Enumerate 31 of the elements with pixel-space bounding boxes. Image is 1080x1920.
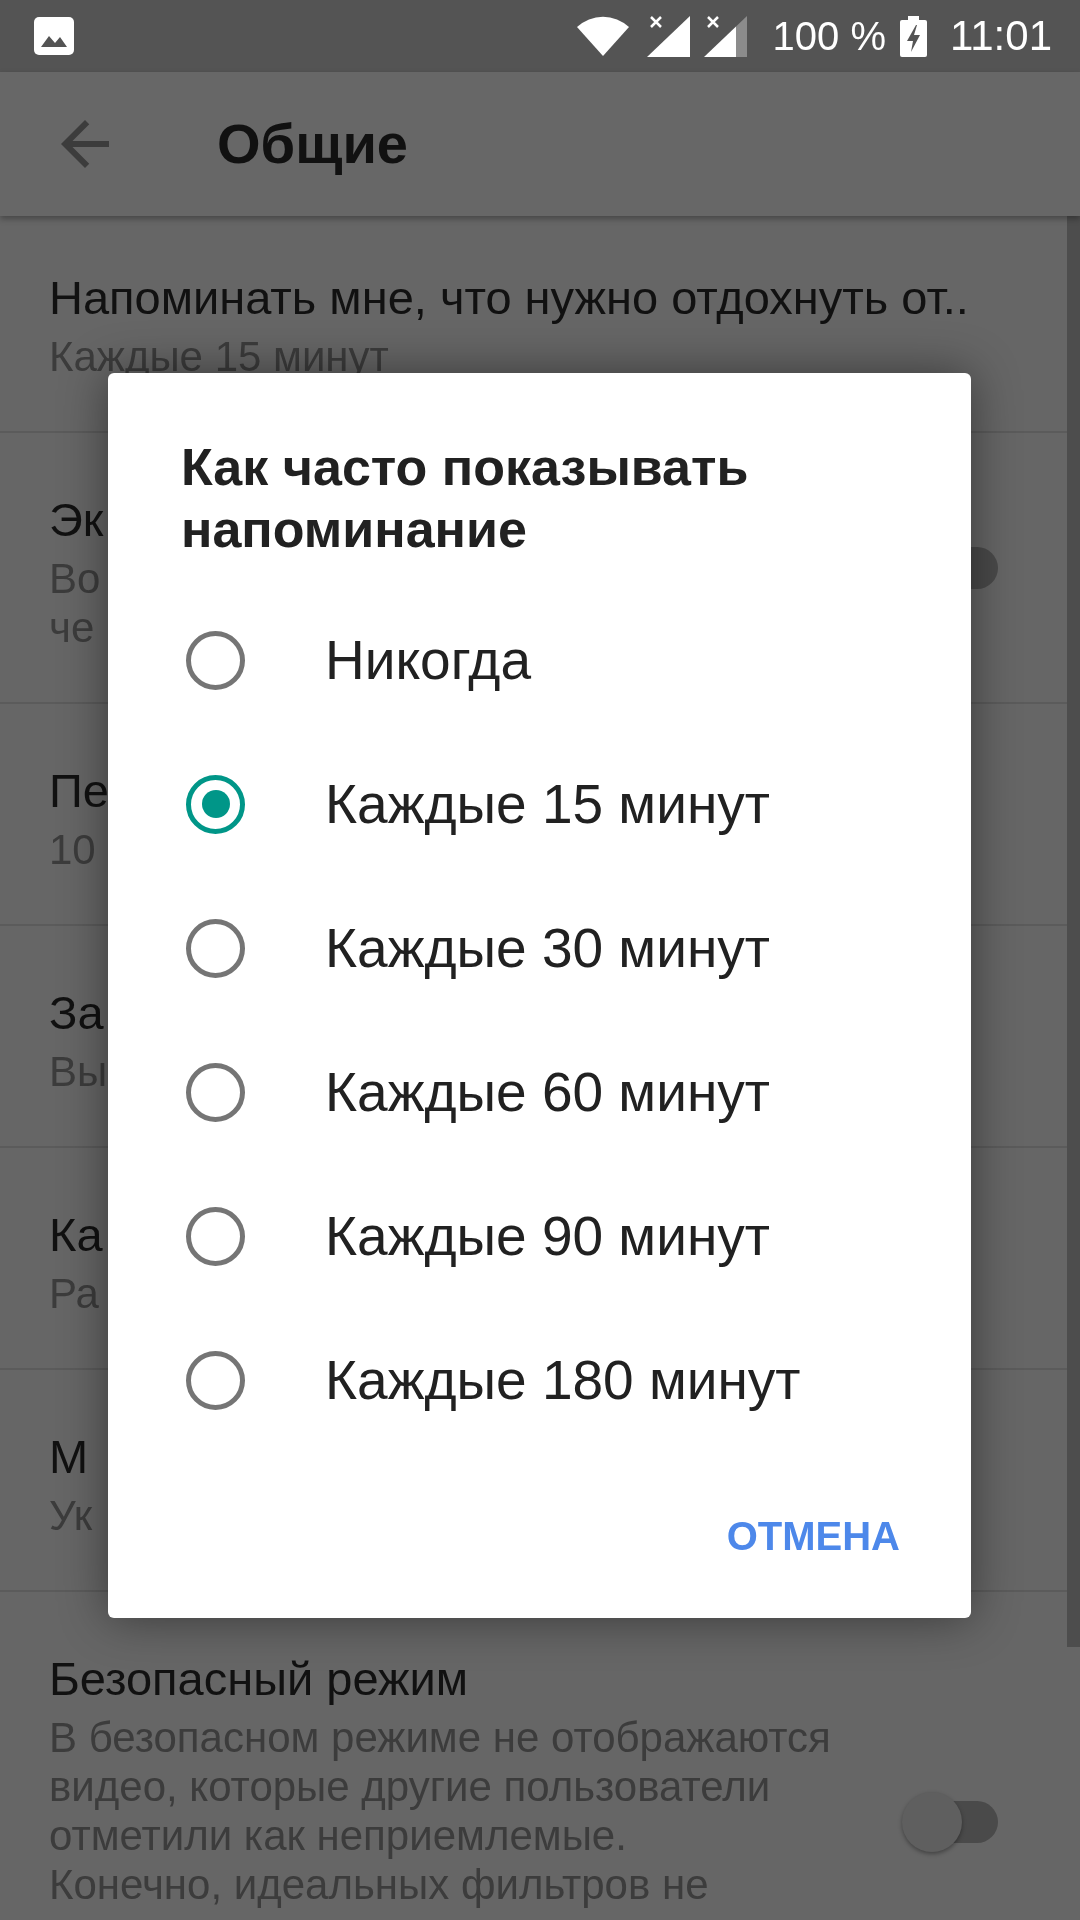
option-label[interactable]: Каждые 180 минут xyxy=(325,1349,801,1411)
signal-icon xyxy=(646,15,690,57)
setting-title[interactable]: Напоминать мне, что нужно отдохнуть от.. xyxy=(49,272,969,324)
radio-button[interactable] xyxy=(186,1206,245,1266)
image-icon xyxy=(34,17,74,55)
option-label[interactable]: Каждые 90 минут xyxy=(325,1205,770,1267)
option-label[interactable]: Никогда xyxy=(325,629,531,691)
setting-title[interactable]: Пе xyxy=(49,765,109,817)
radio-button[interactable] xyxy=(186,1062,245,1122)
option-label[interactable]: Каждые 60 минут xyxy=(325,1061,770,1123)
signal-icon xyxy=(703,15,747,57)
radio-button[interactable] xyxy=(186,630,245,690)
setting-title[interactable]: Ка xyxy=(49,1209,103,1261)
screen-title: Общие xyxy=(217,112,408,176)
wifi-icon xyxy=(575,16,630,56)
setting-title[interactable]: За xyxy=(49,987,104,1039)
option-label[interactable]: Каждые 15 минут xyxy=(325,773,770,835)
option-label[interactable]: Каждые 30 минут xyxy=(325,917,770,979)
radio-button[interactable] xyxy=(186,918,245,978)
dialog-title: Как часто показывать напоминание xyxy=(181,437,750,560)
back-arrow-icon xyxy=(61,120,109,168)
battery-percent: 100 % xyxy=(772,13,886,59)
radio-button[interactable] xyxy=(186,774,245,834)
toggle-switch[interactable] xyxy=(902,1792,998,1852)
setting-title[interactable]: Эк xyxy=(49,494,104,546)
setting-title[interactable]: М xyxy=(49,1431,89,1483)
cancel-button[interactable]: ОТМЕНА xyxy=(702,1482,924,1590)
radio-button[interactable] xyxy=(186,1350,245,1410)
clock: 11:01 xyxy=(950,12,1052,60)
setting-title[interactable]: Безопасный режим xyxy=(49,1653,468,1705)
battery-charging-icon xyxy=(900,15,927,57)
